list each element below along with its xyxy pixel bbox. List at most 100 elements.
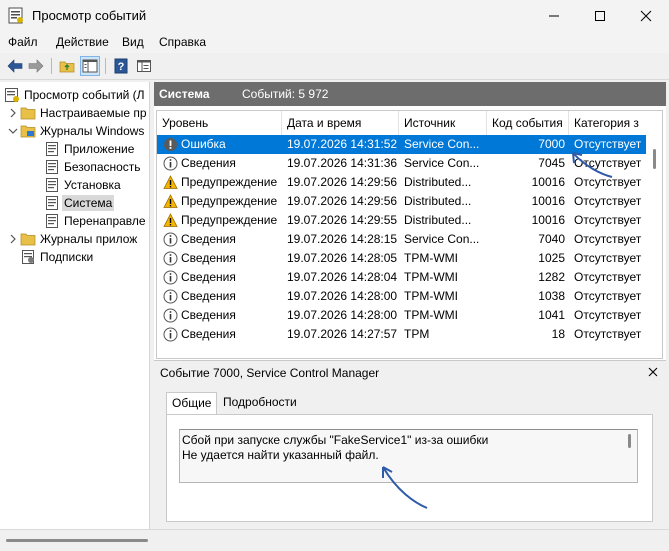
toolbar-separator bbox=[105, 58, 106, 74]
table-row[interactable]: Сведения 19.07.2026 14:28:00 TPM-WMI 1041 От… bbox=[157, 306, 646, 325]
folder-up-icon bbox=[59, 61, 75, 73]
event-details-title: Событие 7000, Service Control Manager bbox=[160, 366, 380, 380]
cell-source: TPM bbox=[404, 327, 430, 341]
details-close-button[interactable] bbox=[646, 365, 660, 379]
cell-level: Ошибка bbox=[181, 137, 226, 151]
cell-source: TPM-WMI bbox=[404, 289, 458, 303]
table-row[interactable]: Сведения 19.07.2026 14:28:04 TPM-WMI 1282 От… bbox=[157, 268, 646, 287]
info-icon bbox=[163, 156, 178, 171]
column-category[interactable]: Категория з bbox=[569, 111, 649, 135]
scroll-thumb[interactable] bbox=[6, 539, 148, 542]
log-header: Система Событий: 5 972 bbox=[154, 82, 666, 106]
cell-category: Отсутствует bbox=[574, 327, 642, 341]
log-icon bbox=[46, 177, 58, 192]
chevron-right-icon[interactable] bbox=[8, 108, 18, 118]
tree-item-security[interactable]: Безопасность bbox=[44, 157, 141, 176]
chevron-right-icon[interactable] bbox=[8, 234, 18, 244]
cell-source: Distributed... bbox=[404, 194, 472, 208]
tree-item-root[interactable]: Просмотр событий (Л bbox=[4, 85, 145, 104]
show-hide-tree-button[interactable] bbox=[80, 56, 100, 76]
tree-item-forwarded[interactable]: Перенаправле bbox=[44, 211, 146, 230]
tree-item-label: Подписки bbox=[40, 249, 94, 264]
log-icon bbox=[46, 159, 58, 174]
cell-event-id: 1038 bbox=[538, 289, 565, 303]
subscriptions-icon bbox=[22, 249, 34, 264]
properties-button[interactable] bbox=[134, 56, 154, 76]
tree-item-label: Безопасность bbox=[64, 159, 141, 174]
table-row[interactable]: Сведения 19.07.2026 14:28:15 Service Con..… bbox=[157, 230, 646, 249]
table-row[interactable]: Сведения 19.07.2026 14:28:00 TPM-WMI 1038 От… bbox=[157, 287, 646, 306]
column-date[interactable]: Дата и время bbox=[282, 111, 399, 135]
cell-category: Отсутствует bbox=[574, 232, 642, 246]
warning-icon bbox=[163, 175, 178, 190]
cell-source: Service Con... bbox=[404, 232, 480, 246]
tree-item-label: Журналы прилож bbox=[40, 231, 138, 246]
window-title: Просмотр событий bbox=[32, 8, 147, 23]
help-icon: ? bbox=[114, 58, 128, 74]
table-row[interactable]: Сведения 19.07.2026 14:28:05 TPM-WMI 1025 От… bbox=[157, 249, 646, 268]
vertical-scrollbar[interactable] bbox=[648, 111, 662, 358]
menu-action[interactable]: Действие bbox=[56, 35, 109, 49]
cell-event-id: 7000 bbox=[538, 137, 565, 151]
tree-item-label: Журналы Windows bbox=[40, 123, 145, 138]
maximize-button[interactable] bbox=[577, 0, 623, 31]
up-level-button[interactable] bbox=[57, 56, 77, 76]
scroll-thumb[interactable] bbox=[653, 149, 656, 169]
cell-level: Предупреждение bbox=[181, 175, 278, 189]
scroll-thumb[interactable] bbox=[628, 434, 631, 448]
menu-view[interactable]: Вид bbox=[122, 35, 144, 49]
log-icon bbox=[46, 213, 58, 228]
cell-source: Distributed... bbox=[404, 213, 472, 227]
minimize-button[interactable] bbox=[531, 0, 577, 31]
cell-category: Отсутствует bbox=[574, 289, 642, 303]
svg-text:?: ? bbox=[118, 61, 125, 73]
close-button[interactable] bbox=[623, 0, 669, 31]
cell-source: TPM-WMI bbox=[404, 308, 458, 322]
cell-event-id: 7040 bbox=[538, 232, 565, 246]
cell-level: Предупреждение bbox=[181, 194, 278, 208]
cell-level: Сведения bbox=[181, 327, 236, 341]
column-source[interactable]: Источник bbox=[399, 111, 487, 135]
info-icon bbox=[163, 270, 178, 285]
menu-file[interactable]: Файл bbox=[8, 35, 38, 49]
minimize-icon bbox=[549, 15, 559, 16]
navigation-tree: Просмотр событий (Л Настраиваемые пр Жур… bbox=[0, 82, 150, 529]
back-button[interactable] bbox=[5, 56, 25, 76]
message-line: Не удается найти указанный файл. bbox=[182, 448, 379, 462]
tree-item-application[interactable]: Приложение bbox=[44, 139, 134, 158]
tree-item-app-logs[interactable]: Журналы прилож bbox=[8, 229, 137, 248]
chevron-down-icon[interactable] bbox=[8, 126, 18, 136]
tree-item-label: Установка bbox=[64, 177, 121, 192]
forward-button[interactable] bbox=[26, 56, 46, 76]
log-title: Система bbox=[159, 87, 210, 101]
cell-event-id: 10016 bbox=[531, 194, 565, 208]
table-row[interactable]: Предупреждение 19.07.2026 14:29:56 Distrib… bbox=[157, 192, 646, 211]
tree-item-windows-logs[interactable]: Журналы Windows bbox=[8, 121, 144, 140]
cell-category: Отсутствует bbox=[574, 270, 642, 284]
warning-icon bbox=[163, 194, 178, 209]
tree-item-setup[interactable]: Установка bbox=[44, 175, 121, 194]
tab-general[interactable]: Общие bbox=[166, 392, 218, 415]
horizontal-scrollbar[interactable] bbox=[0, 529, 669, 551]
info-icon bbox=[163, 327, 178, 342]
message-scrollbar[interactable] bbox=[623, 430, 637, 482]
column-event-id[interactable]: Код события bbox=[487, 111, 569, 135]
tab-details[interactable]: Подробности bbox=[218, 392, 302, 414]
table-row[interactable]: Сведения 19.07.2026 14:27:57 TPM 18 Отсутств… bbox=[157, 325, 646, 344]
help-button[interactable]: ? bbox=[111, 56, 131, 76]
column-level[interactable]: Уровень bbox=[157, 111, 282, 135]
info-icon bbox=[163, 289, 178, 304]
tree-item-subscriptions[interactable]: Подписки bbox=[20, 247, 93, 266]
event-viewer-window: Просмотр событий Файл Действие Вид Справ… bbox=[0, 0, 669, 551]
close-icon bbox=[640, 10, 652, 21]
cell-date: 19.07.2026 14:31:52 bbox=[287, 137, 398, 151]
menu-help[interactable]: Справка bbox=[159, 35, 206, 49]
tree-item-system[interactable]: Система bbox=[44, 193, 115, 212]
cell-event-id: 10016 bbox=[531, 175, 565, 189]
cell-event-id: 18 bbox=[551, 327, 565, 341]
tree-item-custom-views[interactable]: Настраиваемые пр bbox=[8, 103, 147, 122]
cell-date: 19.07.2026 14:29:56 bbox=[287, 175, 398, 189]
toolbar-separator bbox=[51, 58, 52, 74]
table-row[interactable]: Предупреждение 19.07.2026 14:29:55 Distrib… bbox=[157, 211, 646, 230]
toolbar: ? bbox=[0, 53, 669, 80]
